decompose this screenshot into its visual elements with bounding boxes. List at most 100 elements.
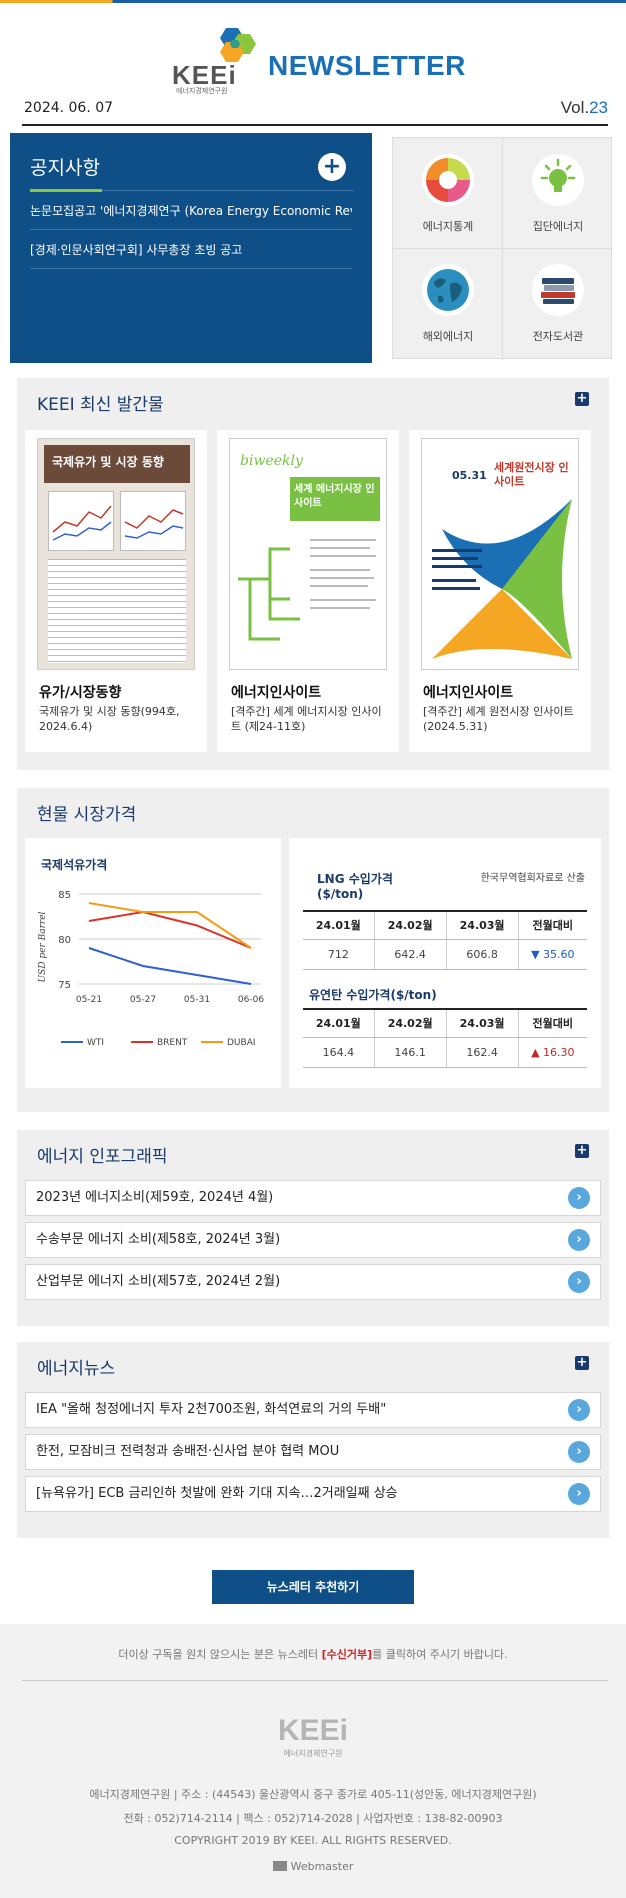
cover-date: 05.31	[452, 469, 487, 482]
x-tick-label: 06-06	[238, 995, 264, 1005]
list-item-label: IEA "올해 청정에너지 투자 2천700조원, 화석연료의 거의 두배"	[36, 1402, 387, 1417]
date-line: 2024. 06. 07 Vol.23	[22, 98, 608, 126]
table-cell: 162.4	[445, 1037, 519, 1068]
quick-link-label: 에너지통계	[422, 220, 474, 233]
publication-card[interactable]: 국제유가 및 시장 동향 유가/시장동향 국제유가 및 시장 동향(994호, …	[25, 430, 207, 752]
quick-link-e-library[interactable]: 전자도서관	[503, 248, 613, 358]
table-header-row: 24.01월 24.02월 24.03월 전월대비	[303, 1008, 587, 1038]
publication-cover: biweekly 세계 에너지시장 인사이트	[229, 438, 387, 670]
publication-title: 에너지인사이트	[231, 685, 322, 701]
lng-table: 24.01월 24.02월 24.03월 전월대비 712 642.4 606.…	[303, 910, 587, 970]
publication-cover: 05.31 세계원전시장 인사이트	[421, 438, 579, 670]
table-cell: 712	[303, 939, 375, 970]
y-tick-label: 75	[58, 980, 71, 991]
infographic-section: 에너지 인포그래픽 + 2023년 에너지소비(제59호, 2024년 4월) …	[17, 1130, 609, 1326]
legend-label: DUBAI	[227, 1038, 256, 1048]
table-cell: 606.8	[445, 939, 519, 970]
list-item-label: 한전, 모잠비크 전력청과 송배전·신사업 분야 협력 MOU	[36, 1444, 340, 1459]
publication-title: 에너지인사이트	[423, 685, 514, 701]
cover-graphic	[432, 499, 572, 659]
publication-card[interactable]: biweekly 세계 에너지시장 인사이트 에너지인사이트 [격주간] 세계 …	[217, 430, 399, 752]
notice-more-button[interactable]: +	[318, 153, 346, 181]
cover-chart	[48, 491, 114, 551]
publications-title: KEEI 최신 발간물	[37, 395, 164, 415]
list-item-label: 수송부문 에너지 소비(제58호, 2024년 3월)	[36, 1232, 281, 1247]
books-icon	[532, 264, 584, 316]
infographic-more-button[interactable]: +	[575, 1144, 589, 1158]
notice-item[interactable]: [경제·인문사회연구회] 사무총장 초빙 공고	[30, 231, 352, 269]
list-item[interactable]: 수송부문 에너지 소비(제58호, 2024년 3월) ›	[25, 1222, 601, 1258]
quick-link-overseas-energy[interactable]: 해외에너지	[393, 248, 503, 358]
lng-price-card: LNG 수입가격 ($/ton) 한국무역협회자료로 산출 24.01월 24.…	[289, 838, 601, 1088]
quick-link-district-energy[interactable]: 집단에너지	[503, 138, 613, 248]
table-header: 전월대비	[517, 1008, 587, 1038]
webmaster-link[interactable]: Webmaster	[0, 1860, 626, 1873]
chevron-right-icon[interactable]: ›	[568, 1229, 590, 1251]
chevron-right-icon[interactable]: ›	[568, 1399, 590, 1421]
list-item[interactable]: 산업부문 에너지 소비(제57호, 2024년 2월) ›	[25, 1264, 601, 1300]
table-header-row: 24.01월 24.02월 24.03월 전월대비	[303, 910, 587, 940]
table-header: 24.01월	[303, 1008, 375, 1038]
chevron-right-icon[interactable]: ›	[568, 1271, 590, 1293]
oil-price-card: 국제석유가격 USD per Barrel 85 80 75 05-21 05-27 05…	[25, 838, 281, 1088]
news-more-button[interactable]: +	[575, 1356, 589, 1370]
list-item-label: 산업부문 에너지 소비(제57호, 2024년 2월)	[36, 1274, 281, 1289]
keei-logo-subtitle: 에너지경제연구원	[176, 87, 228, 95]
quick-link-label: 집단에너지	[532, 220, 584, 233]
news-title: 에너지뉴스	[37, 1359, 116, 1379]
publication-cover: 국제유가 및 시장 동향	[37, 438, 195, 670]
publication-desc: [격주간] 세계 에너지시장 인사이트 (제24-11호)	[231, 705, 382, 733]
cover-title: 세계원전시장 인사이트	[494, 461, 569, 488]
series-line-wti	[88, 947, 252, 985]
list-item[interactable]: IEA "올해 청정에너지 투자 2천700조원, 화석연료의 거의 두배" ›	[25, 1392, 601, 1428]
footer-contact: 전화 : 052)714-2114 | 팩스 : 052)714-2028 | …	[123, 1812, 503, 1825]
footer-logo: KEEi	[277, 1714, 349, 1747]
chevron-right-icon[interactable]: ›	[568, 1441, 590, 1463]
volume-number: Vol.23	[561, 98, 608, 118]
list-item[interactable]: 한전, 모잠비크 전력청과 송배전·신사업 분야 협력 MOU ›	[25, 1434, 601, 1470]
table-header: 전월대비	[517, 910, 587, 940]
cover-title: 국제유가 및 시장 동향	[52, 455, 164, 469]
coal-title: 유연탄 수입가격($/ton)	[309, 988, 437, 1002]
quick-link-label: 해외에너지	[422, 330, 474, 343]
volume-value: 23	[589, 98, 608, 117]
list-item[interactable]: [뉴욕유가] ECB 금리인하 첫발에 완화 기대 지속…2거래일째 상승 ›	[25, 1476, 601, 1512]
table-cell: 164.4	[303, 1037, 375, 1068]
table-cell: 642.4	[373, 939, 447, 970]
publication-title: 유가/시장동향	[39, 685, 122, 701]
footer-address: 에너지경제연구원 | 주소 : (44543) 울산광역시 중구 종가로 405…	[89, 1788, 537, 1801]
unsubscribe-link[interactable]: [수신거부]	[322, 1648, 373, 1661]
quick-link-energy-stats[interactable]: 에너지통계	[393, 138, 503, 248]
legend-label: BRENT	[157, 1038, 188, 1048]
chevron-right-icon[interactable]: ›	[568, 1483, 590, 1505]
footer-logo-subtitle: 에너지경제연구원	[283, 1749, 343, 1758]
lng-title: LNG 수입가격 ($/ton)	[317, 872, 393, 901]
publications-more-button[interactable]: +	[575, 392, 589, 406]
x-tick-label: 05-31	[184, 995, 210, 1005]
chevron-right-icon[interactable]: ›	[568, 1187, 590, 1209]
volume-prefix: Vol.	[560, 98, 590, 117]
publication-card[interactable]: 05.31 세계원전시장 인사이트 에너지인사이트 [격주간] 세계 원전시장 …	[409, 430, 591, 752]
footer-copyright: COPYRIGHT 2019 BY KEEI. ALL RIGHTS RESER…	[174, 1834, 452, 1847]
cover-text-lines	[48, 559, 186, 663]
table-cell: 146.1	[373, 1037, 447, 1068]
unsubscribe-suffix: 를 클릭하여 주시기 바랍니다.	[372, 1648, 508, 1661]
series-line-dubai	[88, 902, 252, 949]
table-row: 712 642.4 606.8 ▼ 35.60	[303, 939, 587, 970]
recommend-newsletter-button[interactable]: 뉴스레터 추천하기	[212, 1570, 414, 1604]
list-item[interactable]: 2023년 에너지소비(제59호, 2024년 4월) ›	[25, 1180, 601, 1216]
table-row: 164.4 146.1 162.4 ▲ 16.30	[303, 1037, 587, 1068]
header: KEEi 에너지경제연구원 NEWSLETTER	[0, 18, 626, 98]
table-header: 24.02월	[373, 1008, 447, 1038]
footer-divider	[22, 1680, 608, 1681]
pie-chart-icon	[422, 154, 474, 206]
newsletter-title: NEWSLETTER	[268, 50, 466, 81]
list-item-label: 2023년 에너지소비(제59호, 2024년 4월)	[36, 1190, 274, 1205]
lng-source: 한국무역협회자료로 산출	[480, 873, 585, 884]
y-tick-label: 80	[58, 935, 71, 946]
coal-table: 24.01월 24.02월 24.03월 전월대비 164.4 146.1 16…	[303, 1008, 587, 1068]
news-section: 에너지뉴스 + IEA "올해 청정에너지 투자 2천700조원, 화석연료의 …	[17, 1342, 609, 1538]
quick-links-grid: 에너지통계 집단에너지 해외에너지 전자도서관	[392, 137, 613, 360]
unsubscribe-prefix: 더이상 구독을 원치 않으시는 분은 뉴스레터	[118, 1648, 319, 1661]
notice-item[interactable]: 논문모집공고 '에너지경제연구 (Korea Energy Economic R…	[30, 192, 352, 230]
